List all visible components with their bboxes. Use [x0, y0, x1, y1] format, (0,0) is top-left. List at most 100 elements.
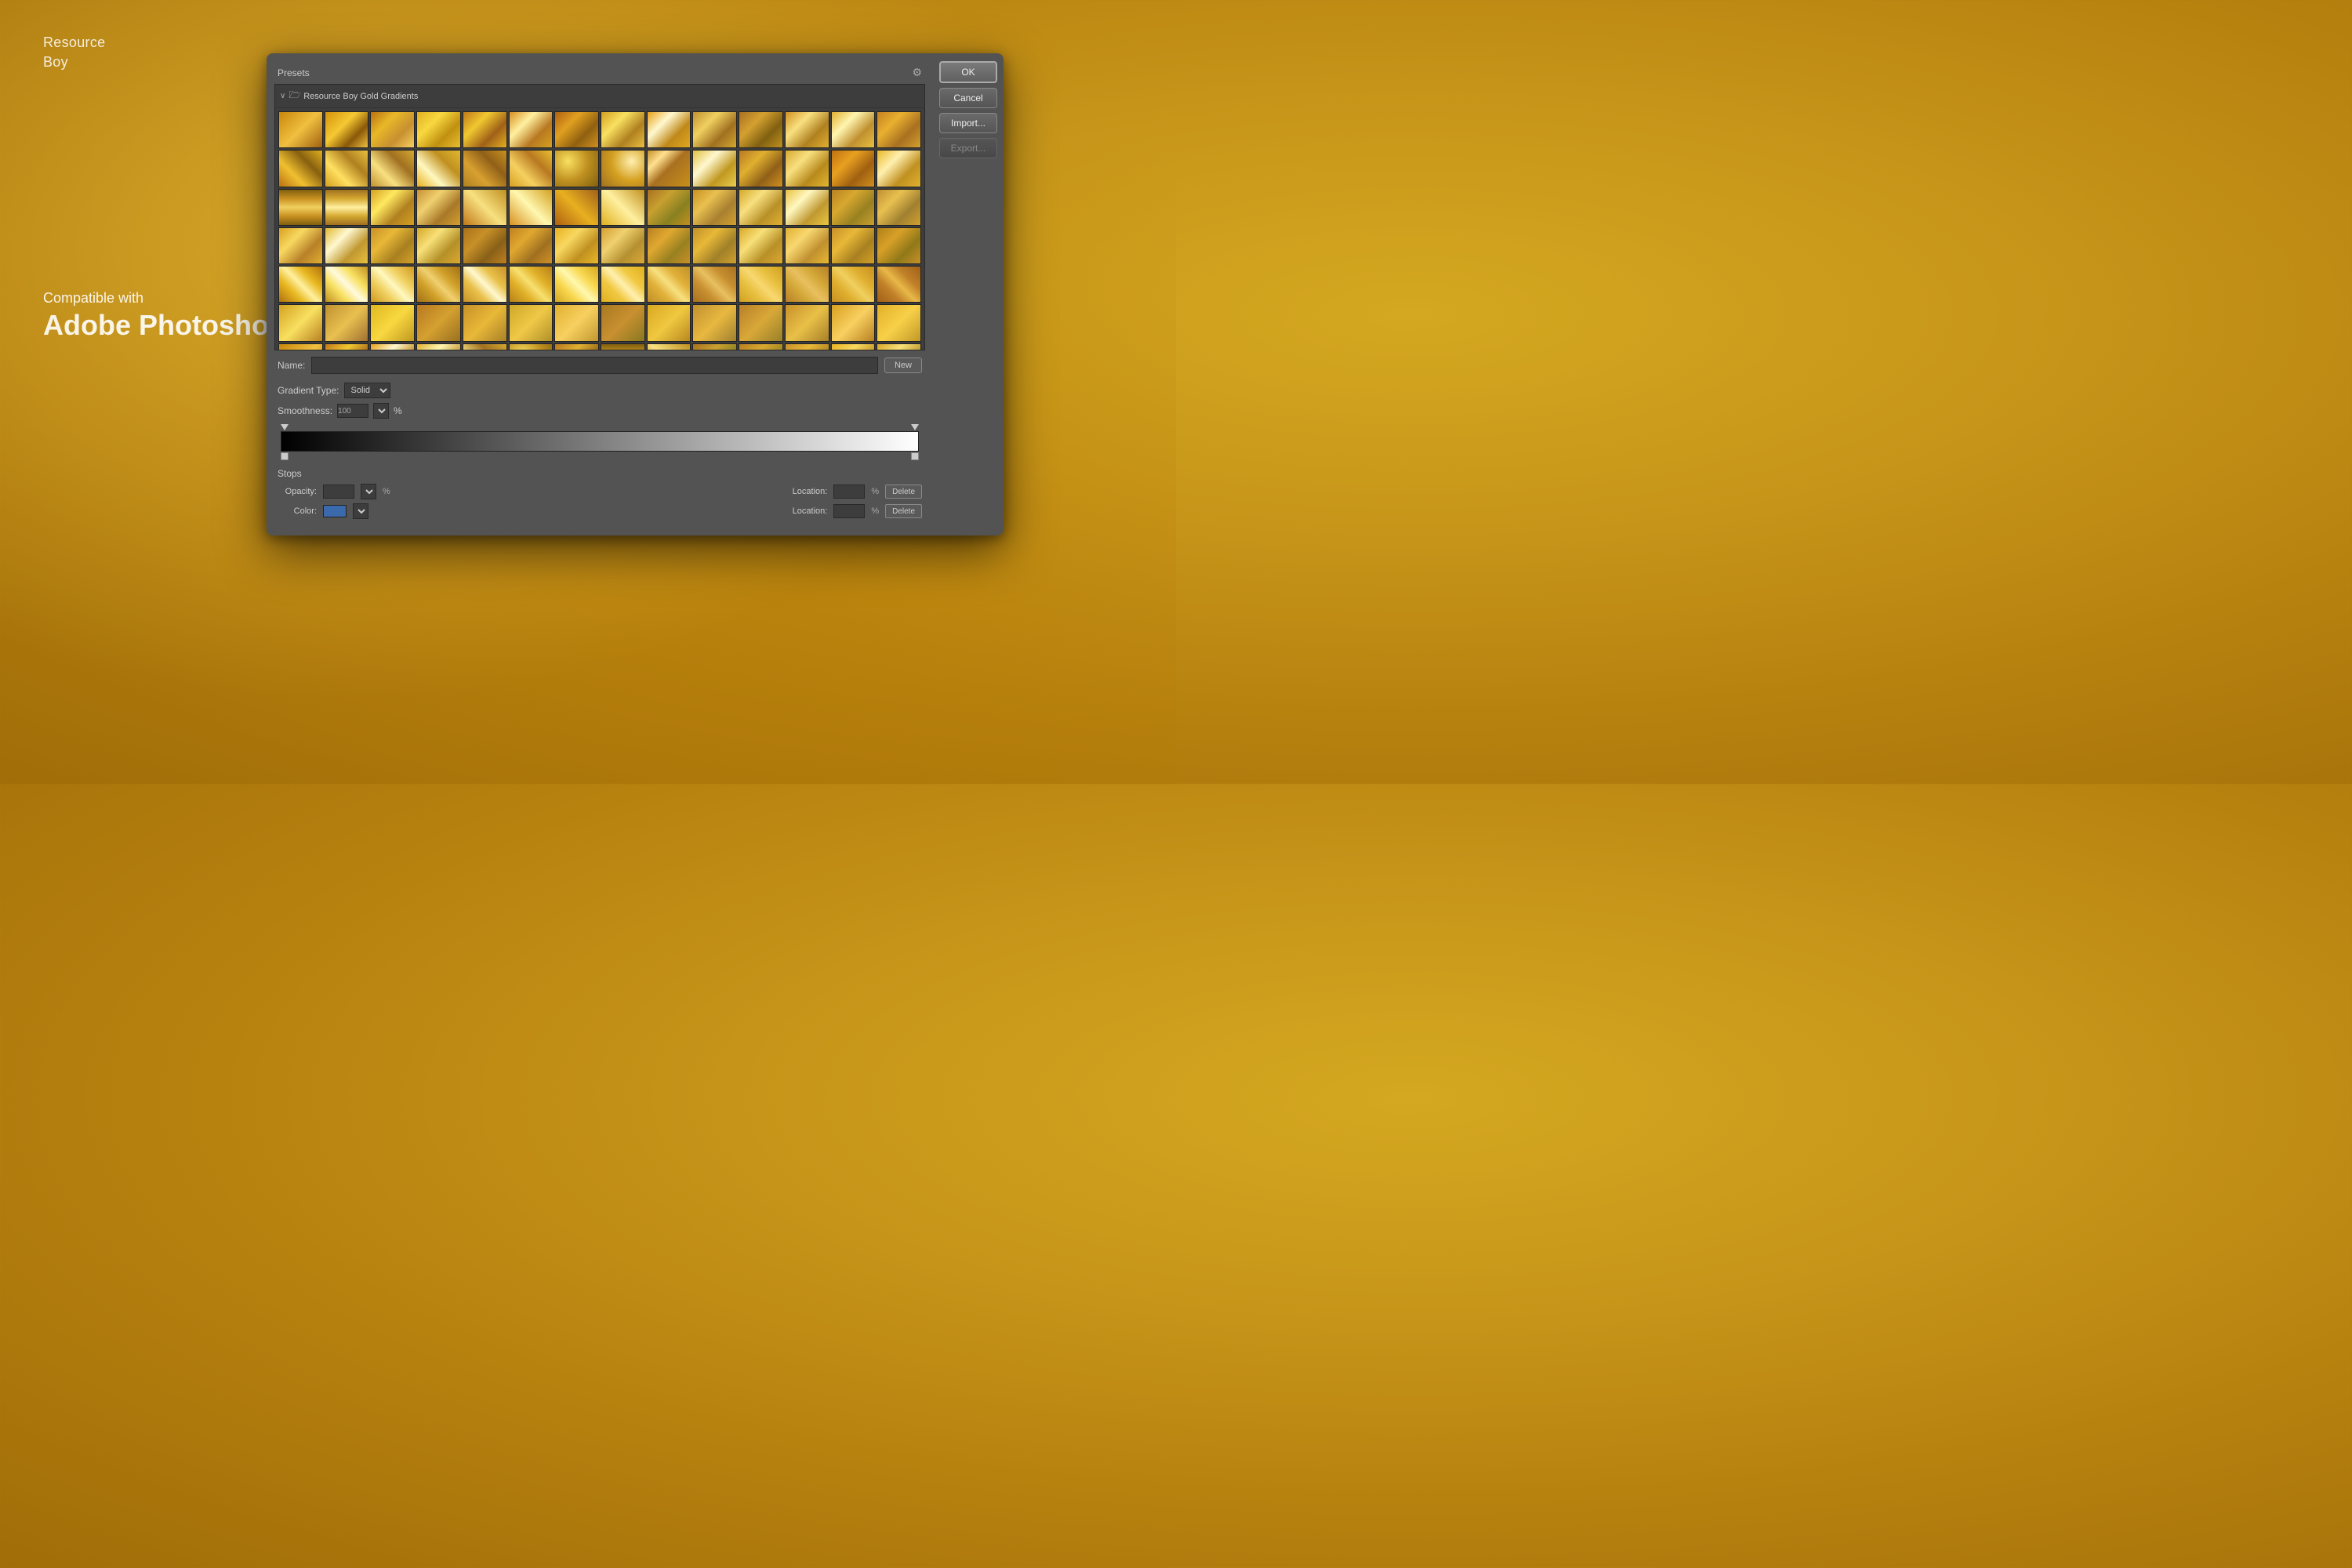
gradient-swatch[interactable]	[416, 227, 461, 264]
opacity-unit-select[interactable]	[361, 484, 376, 499]
gradient-swatch[interactable]	[739, 150, 783, 187]
gradient-swatch[interactable]	[647, 111, 691, 148]
gradient-swatch[interactable]	[647, 150, 691, 187]
gradient-swatch[interactable]	[554, 266, 599, 303]
gradient-swatch[interactable]	[370, 189, 415, 226]
gradient-swatch[interactable]	[278, 343, 323, 350]
gradient-swatch[interactable]	[877, 343, 921, 350]
gradient-swatch[interactable]	[739, 189, 783, 226]
gradient-swatch[interactable]	[785, 304, 829, 341]
new-button[interactable]: New	[884, 358, 922, 373]
gradient-swatch[interactable]	[509, 189, 554, 226]
gradient-swatch[interactable]	[647, 266, 691, 303]
gradient-swatch[interactable]	[692, 343, 737, 350]
gradient-swatch[interactable]	[601, 111, 645, 148]
gradient-swatch[interactable]	[463, 150, 507, 187]
gradient-swatch[interactable]	[554, 150, 599, 187]
gradient-swatch[interactable]	[831, 304, 876, 341]
gradient-swatch[interactable]	[416, 304, 461, 341]
opacity-stop-left[interactable]	[281, 424, 289, 430]
gradient-swatch[interactable]	[278, 266, 323, 303]
gradient-swatch[interactable]	[278, 111, 323, 148]
gradient-swatch[interactable]	[739, 111, 783, 148]
gradient-swatch[interactable]	[554, 227, 599, 264]
gradient-swatch[interactable]	[647, 227, 691, 264]
color-location-input[interactable]	[833, 504, 865, 518]
gradient-swatch[interactable]	[785, 266, 829, 303]
opacity-value-input[interactable]	[323, 485, 354, 499]
gradient-swatch[interactable]	[278, 150, 323, 187]
gradient-swatch[interactable]	[463, 343, 507, 350]
gradient-swatch[interactable]	[601, 304, 645, 341]
gradient-swatch[interactable]	[325, 189, 369, 226]
gradient-list-area[interactable]: ∨ 🗁 Resource Boy Gold Gradients	[274, 84, 925, 350]
gradient-swatch[interactable]	[509, 343, 554, 350]
gradient-swatch[interactable]	[325, 266, 369, 303]
gradient-swatch[interactable]	[601, 227, 645, 264]
gradient-swatch[interactable]	[325, 150, 369, 187]
gradient-swatch[interactable]	[370, 343, 415, 350]
smoothness-input[interactable]	[337, 404, 368, 418]
gradient-swatch[interactable]	[370, 150, 415, 187]
gradient-swatch[interactable]	[877, 266, 921, 303]
gradient-swatch[interactable]	[278, 304, 323, 341]
gradient-swatch[interactable]	[739, 227, 783, 264]
opacity-delete-button[interactable]: Delete	[885, 485, 922, 499]
gradient-swatch[interactable]	[416, 266, 461, 303]
color-delete-button[interactable]: Delete	[885, 504, 922, 518]
opacity-location-input[interactable]	[833, 485, 865, 499]
gradient-swatch[interactable]	[647, 343, 691, 350]
gradient-swatch[interactable]	[325, 227, 369, 264]
gradient-swatch[interactable]	[692, 227, 737, 264]
gradient-swatch[interactable]	[509, 111, 554, 148]
gradient-swatch[interactable]	[278, 189, 323, 226]
gradient-swatch[interactable]	[785, 150, 829, 187]
gradient-swatch[interactable]	[463, 189, 507, 226]
gradient-swatch[interactable]	[370, 304, 415, 341]
opacity-stop-right[interactable]	[911, 424, 919, 430]
export-button[interactable]: Export...	[939, 138, 997, 158]
gradient-swatch[interactable]	[509, 266, 554, 303]
gradient-swatch[interactable]	[325, 343, 369, 350]
gradient-swatch[interactable]	[785, 227, 829, 264]
gradient-swatch[interactable]	[877, 189, 921, 226]
gradient-swatch[interactable]	[416, 189, 461, 226]
gradient-swatch[interactable]	[831, 111, 876, 148]
gradient-swatch[interactable]	[739, 343, 783, 350]
color-swatch-mini[interactable]	[323, 505, 347, 517]
gradient-swatch[interactable]	[785, 111, 829, 148]
gradient-swatch[interactable]	[831, 266, 876, 303]
gradient-swatch[interactable]	[370, 111, 415, 148]
name-input[interactable]	[311, 357, 878, 374]
gradient-swatch[interactable]	[416, 111, 461, 148]
gradient-swatch[interactable]	[601, 150, 645, 187]
gradient-swatch[interactable]	[831, 227, 876, 264]
gradient-swatch[interactable]	[877, 150, 921, 187]
gradient-preview-bar[interactable]	[281, 431, 919, 452]
import-button[interactable]: Import...	[939, 113, 997, 133]
color-blend-select[interactable]	[353, 503, 368, 519]
gradient-swatch[interactable]	[831, 343, 876, 350]
gradient-swatch[interactable]	[370, 227, 415, 264]
gradient-swatch[interactable]	[463, 111, 507, 148]
gradient-swatch[interactable]	[877, 111, 921, 148]
gradient-swatch[interactable]	[463, 227, 507, 264]
gradient-swatch[interactable]	[554, 111, 599, 148]
gradient-swatch[interactable]	[554, 343, 599, 350]
gradient-swatch[interactable]	[647, 189, 691, 226]
smoothness-unit-select[interactable]	[373, 403, 389, 419]
gradient-swatch[interactable]	[370, 266, 415, 303]
gradient-swatch[interactable]	[601, 343, 645, 350]
gradient-swatch[interactable]	[692, 266, 737, 303]
gradient-swatch[interactable]	[416, 343, 461, 350]
gradient-swatch[interactable]	[509, 304, 554, 341]
gradient-swatch[interactable]	[463, 304, 507, 341]
gradient-swatch[interactable]	[325, 111, 369, 148]
gradient-swatch[interactable]	[739, 304, 783, 341]
gradient-swatch[interactable]	[647, 304, 691, 341]
gradient-swatch[interactable]	[692, 304, 737, 341]
gradient-swatch[interactable]	[831, 150, 876, 187]
gradient-swatch[interactable]	[785, 343, 829, 350]
gradient-swatch[interactable]	[739, 266, 783, 303]
ok-button[interactable]: OK	[939, 61, 997, 83]
